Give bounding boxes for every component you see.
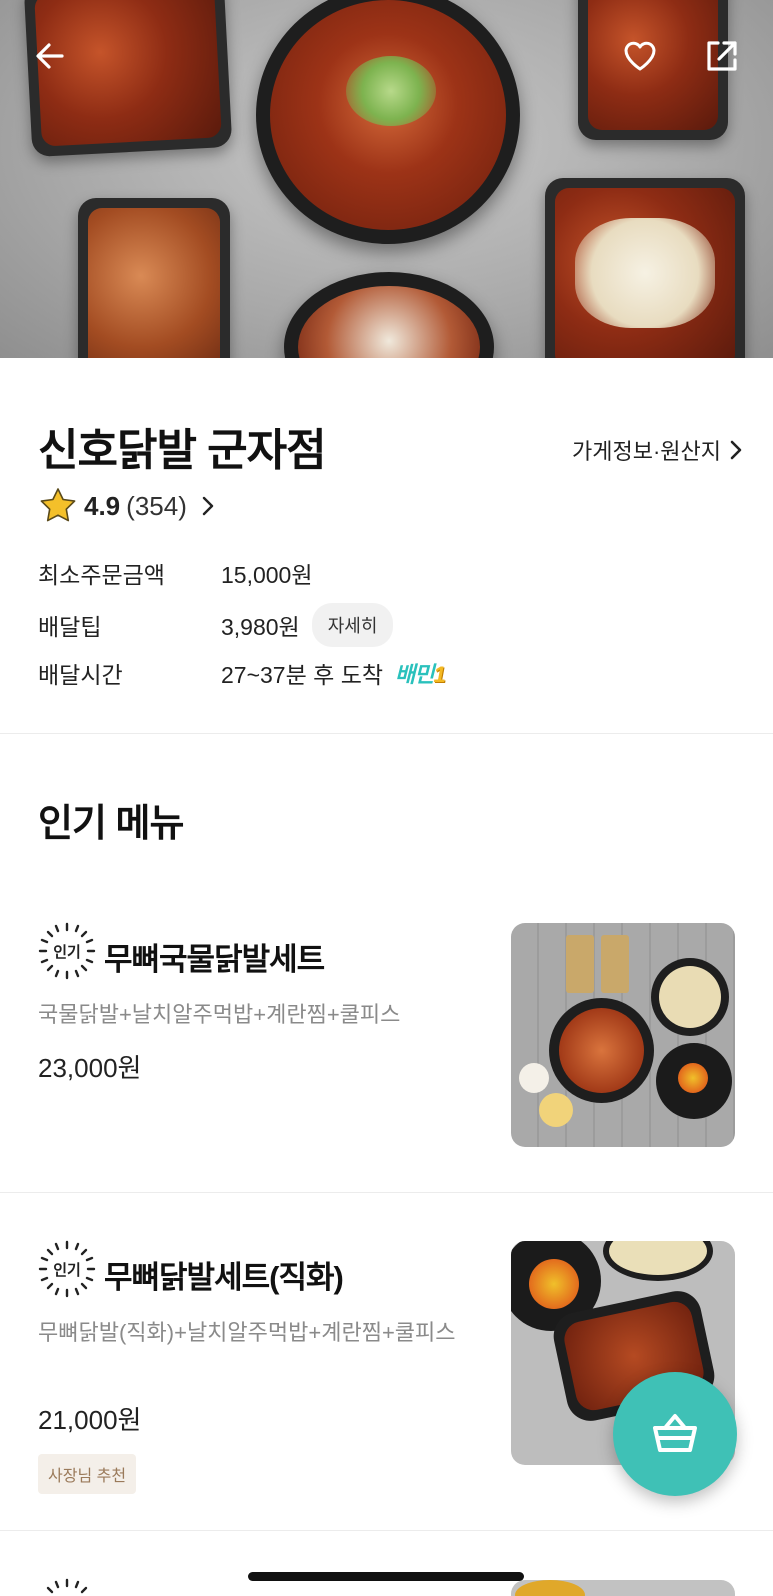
menu-name: 무뼈국물닭발세트 <box>104 942 325 977</box>
menu-description: 무뼈닭발(직화)+날치알주먹밥+계란찜+쿨피스 <box>38 1320 456 1345</box>
popular-badge-text: 인기 <box>53 943 81 961</box>
chevron-right-icon <box>730 440 742 460</box>
rating-score: 4.9 <box>84 490 121 521</box>
cart-button[interactable] <box>613 1372 737 1496</box>
min-order-row: 최소주문금액 15,000원 <box>38 556 313 590</box>
delivery-tip-label: 배달팁 <box>38 614 102 640</box>
dish-image <box>78 198 230 358</box>
back-button[interactable] <box>28 34 72 78</box>
section-divider <box>0 1530 773 1531</box>
store-name: 신호닭발 군자점 <box>38 426 327 475</box>
menu-image <box>511 923 735 1147</box>
store-info-origin-label: 가게정보·원산지 <box>571 439 721 464</box>
chevron-right-icon <box>202 496 214 516</box>
dish-image <box>256 0 520 244</box>
delivery-time-value: 27~37분 후 도착 <box>221 662 384 688</box>
delivery-time-row: 배달시간 27~37분 후 도착 배민1 <box>38 656 446 690</box>
section-divider <box>0 733 773 734</box>
store-info-origin-link[interactable]: 가게정보·원산지 <box>572 434 743 466</box>
popular-badge <box>38 1578 96 1596</box>
min-order-value: 15,000원 <box>221 562 313 588</box>
popular-menu-title: 인기 메뉴 <box>38 803 184 845</box>
dish-image <box>23 0 233 158</box>
review-count: (354) <box>126 490 187 521</box>
favorite-button[interactable] <box>618 34 662 78</box>
popular-badge-ring-icon <box>46 1578 88 1594</box>
delivery-time-label: 배달시간 <box>38 662 123 688</box>
menu-price: 21,000원 <box>38 1405 142 1435</box>
hero-image <box>0 0 773 358</box>
rating-link[interactable]: 4.9 (354) <box>38 486 215 526</box>
baemin-one-number: 1 <box>433 662 446 687</box>
menu-item[interactable]: 인기 무뼈국물닭발세트 국물닭발+날치알주먹밥+계란찜+쿨피스 23,000원 <box>0 902 773 1192</box>
delivery-tip-detail-button[interactable]: 자세히 <box>311 603 394 647</box>
baemin-one-text: 배민 <box>395 662 434 687</box>
baemin-one-badge: 배민1 <box>395 657 446 689</box>
dish-image <box>545 178 745 358</box>
min-order-label: 최소주문금액 <box>38 562 165 588</box>
menu-name: 무뼈닭발세트(직화) <box>104 1260 344 1295</box>
menu-description: 국물닭발+날치알주먹밥+계란찜+쿨피스 <box>38 1002 401 1027</box>
dish-image <box>284 272 494 358</box>
share-button[interactable] <box>700 34 744 78</box>
menu-price: 23,000원 <box>38 1053 142 1083</box>
owner-recommend-tag: 사장님 추천 <box>38 1454 137 1494</box>
delivery-tip-value: 3,980원 <box>221 614 300 640</box>
popular-badge-text: 인기 <box>53 1261 81 1279</box>
section-divider <box>0 1192 773 1193</box>
back-arrow-icon <box>36 43 64 69</box>
home-indicator <box>248 1572 524 1581</box>
basket-icon <box>653 1414 697 1452</box>
heart-icon <box>624 41 656 71</box>
menu-image <box>511 1580 735 1596</box>
popular-badge: 인기 <box>38 1240 96 1298</box>
share-icon <box>707 41 737 71</box>
star-icon <box>40 488 76 522</box>
delivery-tip-row: 배달팁 3,980원 자세히 <box>38 603 394 647</box>
popular-badge: 인기 <box>38 922 96 980</box>
